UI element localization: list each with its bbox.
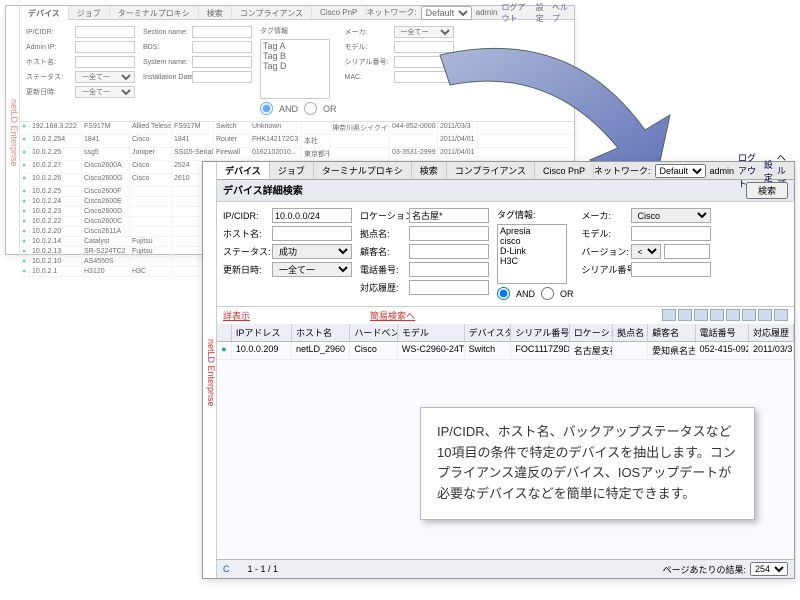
tab-search[interactable]: 検索 [412, 162, 447, 179]
bg-system[interactable] [192, 56, 252, 68]
toolbar-icon[interactable] [662, 309, 676, 321]
per-page-select[interactable]: 254 [750, 562, 788, 576]
col-site[interactable]: 拠点名 [613, 324, 648, 341]
search-form: IP/CIDR: ホスト名: ステータス:成功 更新日時:一全て一 ロケーション… [217, 202, 794, 307]
update-select[interactable]: 一全て一 [272, 262, 352, 277]
bg-host[interactable] [75, 56, 135, 68]
serial-input[interactable] [631, 262, 711, 277]
bg-install[interactable] [192, 71, 252, 83]
and-radio[interactable] [497, 287, 510, 300]
toolbar-icon[interactable] [726, 309, 740, 321]
tab-job[interactable]: ジョブ [69, 6, 110, 20]
col-type[interactable]: デバイスタイプ [465, 324, 512, 341]
footer-bar: C 1 - 1 / 1 ページあたりの結果: 254 [217, 559, 794, 578]
app-sidebar: netLD Enterprise [6, 6, 20, 254]
bg-adminip[interactable] [75, 41, 135, 53]
network-label: ネットワーク: [366, 7, 416, 18]
tabbar: デバイス ジョブ ターミナルプロキシ 検索 コンプライアンス Cisco PnP… [217, 162, 794, 180]
toolbar-icon[interactable] [678, 309, 692, 321]
bg-bds[interactable] [192, 41, 252, 53]
tag-listbox[interactable]: Apresia cisco D-Link H3C [497, 224, 567, 284]
toolbar-icon[interactable] [694, 309, 708, 321]
col-ip[interactable]: IPアドレス [232, 324, 292, 341]
page-info: 1 - 1 / 1 [248, 564, 279, 574]
form-links-bar: 詳表示 簡易検索へ [217, 307, 794, 324]
table-row[interactable]: ● 10.0.0.209 netLD_2960 Cisco WS-C2960-2… [217, 342, 794, 360]
network-label: ネットワーク: [594, 164, 651, 177]
bg-tagbox[interactable]: Tag ATag BTag D [260, 39, 330, 99]
col-customer[interactable]: 顧客名 [648, 324, 696, 341]
customer-input[interactable] [409, 244, 489, 259]
toolbar-icon[interactable] [774, 309, 788, 321]
simple-search-link[interactable]: 簡易検索へ [370, 309, 415, 322]
tab-compliance[interactable]: コンプライアンス [447, 162, 535, 179]
tel-input[interactable] [409, 262, 489, 277]
location-input[interactable] [409, 208, 489, 223]
tab-job[interactable]: ジョブ [270, 162, 314, 179]
ip-cidr-input[interactable] [272, 208, 352, 223]
col-serial[interactable]: シリアル番号 [511, 324, 569, 341]
bg-and[interactable] [260, 102, 273, 115]
col-tel[interactable]: 電話番号 [696, 324, 749, 341]
callout-box: IP/CIDR、ホスト名、バックアップステータスなど10項目の条件で特定のデバイ… [420, 407, 755, 520]
version-input[interactable] [664, 244, 710, 259]
user: admin [476, 8, 498, 17]
bg-search-form: IP/CIDR: Admin IP: ホスト名: ステータス:一全て一 更新日時… [20, 20, 574, 122]
bg-tabbar: デバイス ジョブ ターミナルプロキシ 検索 コンプライアンス Cisco PnP… [20, 6, 574, 20]
col-history[interactable]: 対応履歴 [749, 324, 794, 341]
bg-model[interactable] [394, 41, 454, 53]
per-page-label: ページあたりの結果: [663, 563, 746, 576]
bg-or[interactable] [304, 102, 317, 115]
tab-compliance[interactable]: コンプライアンス [232, 6, 312, 20]
ver-comp-select[interactable]: < [631, 244, 661, 259]
tab-device[interactable]: デバイス [20, 6, 69, 20]
bg-maker[interactable]: 一全て一 [394, 26, 454, 38]
bg-section[interactable] [192, 26, 252, 38]
maker-select[interactable]: Cisco [631, 208, 711, 223]
col-model[interactable]: モデル [398, 324, 465, 341]
or-radio[interactable] [541, 287, 554, 300]
bg-ip[interactable] [75, 26, 135, 38]
tab-device[interactable]: デバイス [217, 162, 270, 179]
app-sidebar: netLD Enterprise [203, 162, 217, 578]
col-host[interactable]: ホスト名 [292, 324, 350, 341]
col-location[interactable]: ロケーション [570, 324, 613, 341]
model-input[interactable] [631, 226, 711, 241]
tag-item[interactable]: cisco [499, 236, 565, 246]
toolbar-icon[interactable] [742, 309, 756, 321]
reload-icon[interactable]: C [223, 564, 230, 574]
col-vendor[interactable]: ハードベンダー [350, 324, 398, 341]
tab-terminal[interactable]: ターミナルプロキシ [314, 162, 412, 179]
bg-update[interactable]: 一全て一 [75, 86, 135, 98]
status-select[interactable]: 成功 [272, 244, 352, 259]
tag-item[interactable]: D-Link [499, 246, 565, 256]
tab-pnp[interactable]: Cisco PnP [312, 6, 366, 20]
tag-item[interactable]: Apresia [499, 226, 565, 236]
network-select[interactable]: Default [655, 164, 706, 178]
search-button[interactable]: 検索 [746, 182, 788, 199]
bg-mac[interactable] [394, 71, 454, 83]
tab-pnp[interactable]: Cisco PnP [535, 164, 594, 178]
settings-link[interactable]: 設定 [536, 2, 548, 24]
history-input[interactable] [409, 280, 489, 295]
detail-link[interactable]: 詳表示 [223, 309, 250, 322]
bg-serial[interactable] [394, 56, 454, 68]
bg-status[interactable]: 一全て一 [75, 71, 135, 83]
toolbar-icon[interactable] [710, 309, 724, 321]
tab-search[interactable]: 検索 [199, 6, 232, 20]
network-select[interactable]: Default [421, 6, 472, 20]
logout-link[interactable]: ログアウト [501, 2, 531, 24]
user: admin [710, 166, 735, 176]
toolbar-icon[interactable] [758, 309, 772, 321]
tag-item[interactable]: H3C [499, 256, 565, 266]
status-ok-icon: ● [217, 342, 232, 359]
settings-link[interactable]: 設定 [764, 158, 773, 184]
site-input[interactable] [409, 226, 489, 241]
help-link[interactable]: ヘルプ [552, 2, 570, 24]
grid-header: IPアドレス ホスト名 ハードベンダー モデル デバイスタイプ シリアル番号 ロ… [217, 324, 794, 342]
host-input[interactable] [272, 226, 352, 241]
tab-terminal[interactable]: ターミナルプロキシ [110, 6, 199, 20]
